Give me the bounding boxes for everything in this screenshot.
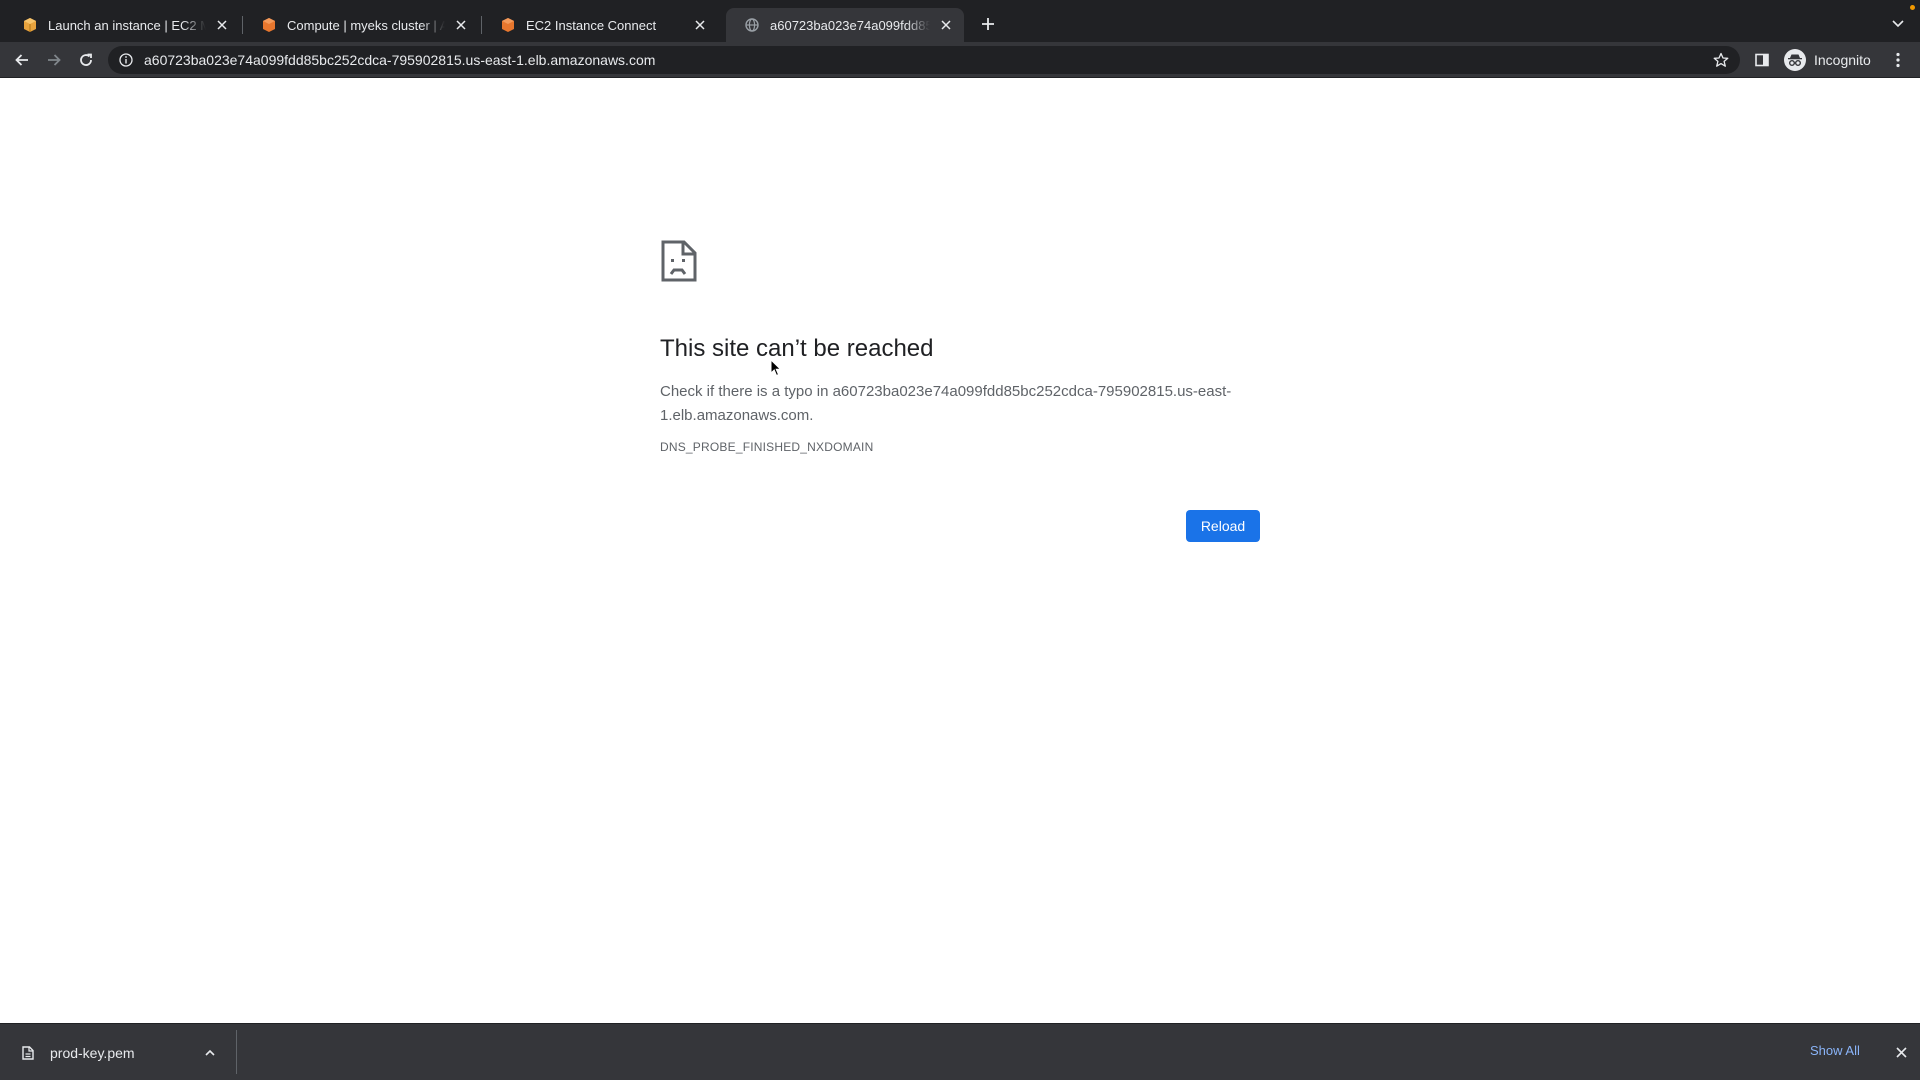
tab-ec2-instance-connect[interactable]: EC2 Instance Connect — [482, 8, 718, 42]
chevron-up-icon[interactable] — [202, 1045, 218, 1061]
arrow-right-icon — [48, 54, 61, 66]
incognito-profile-button[interactable]: Incognito — [1780, 46, 1883, 74]
file-icon — [20, 1045, 36, 1061]
url-text[interactable]: a60723ba023e74a099fdd85bc252cdca-7959028… — [144, 52, 1712, 68]
mouse-cursor-icon — [770, 359, 782, 377]
profile-label: Incognito — [1814, 52, 1871, 68]
browser-menu-button[interactable] — [1886, 48, 1910, 72]
aws-orange-cube-icon — [261, 17, 277, 33]
side-panel-button[interactable] — [1750, 48, 1774, 72]
bookmark-star-icon[interactable] — [1712, 51, 1730, 69]
tab-strip: Launch an instance | EC2 Management Cons… — [0, 0, 1920, 42]
globe-icon — [744, 17, 760, 33]
more-vert-icon — [1896, 52, 1900, 68]
new-tab-button[interactable] — [976, 12, 1000, 36]
reload-toolbar-button[interactable] — [74, 48, 98, 72]
tab-launch-instance[interactable]: Launch an instance | EC2 Management Cons… — [4, 8, 240, 42]
tab-search-button[interactable] — [1886, 12, 1910, 36]
tab-title: EC2 Instance Connect — [526, 17, 657, 33]
error-code: DNS_PROBE_FINISHED_NXDOMAIN — [660, 440, 874, 454]
tab-title: Launch an instance | EC2 Management Cons… — [48, 17, 206, 33]
tab-compute-eks[interactable]: Compute | myeks cluster | Amazon EKS — [243, 8, 479, 42]
tab-title: a60723ba023e74a099fdd85bc252cdca-7959028… — [770, 17, 930, 33]
incognito-icon — [1784, 49, 1806, 71]
tab-close-icon[interactable] — [692, 17, 708, 33]
reload-button[interactable]: Reload — [1186, 510, 1260, 542]
download-item[interactable]: prod-key.pem — [0, 1024, 236, 1081]
aws-orange-cube-icon — [500, 17, 516, 33]
aws-cube-icon — [22, 17, 38, 33]
side-panel-icon — [1755, 53, 1769, 67]
sad-page-icon — [661, 240, 697, 282]
plus-icon — [982, 18, 994, 30]
download-shelf: prod-key.pem Show All — [0, 1023, 1920, 1080]
address-bar[interactable]: a60723ba023e74a099fdd85bc252cdca-7959028… — [108, 46, 1740, 74]
show-all-downloads-link[interactable]: Show All — [1810, 1043, 1860, 1058]
close-shelf-icon[interactable] — [1892, 1043, 1910, 1061]
back-button[interactable] — [10, 48, 34, 72]
refresh-icon — [80, 53, 92, 66]
tab-active-elb[interactable]: a60723ba023e74a099fdd85bc252cdca-7959028… — [726, 8, 964, 42]
error-description: Check if there is a typo in a60723ba023e… — [660, 383, 1232, 424]
tab-close-icon[interactable] — [938, 17, 954, 33]
error-content: This site can’t be reached Check if ther… — [660, 239, 1260, 454]
error-title: This site can’t be reached — [660, 335, 934, 362]
forward-button[interactable] — [42, 48, 66, 72]
tab-close-icon[interactable] — [214, 17, 230, 33]
info-icon[interactable] — [118, 52, 134, 68]
tab-close-icon[interactable] — [453, 17, 469, 33]
shelf-divider — [236, 1030, 237, 1074]
notification-dot — [1910, 5, 1915, 10]
browser-toolbar: a60723ba023e74a099fdd85bc252cdca-7959028… — [0, 42, 1920, 78]
chevron-down-icon — [1892, 20, 1904, 28]
download-file-name: prod-key.pem — [50, 1044, 135, 1061]
tab-title: Compute | myeks cluster | Amazon EKS — [287, 17, 445, 33]
arrow-left-icon — [15, 54, 28, 66]
error-page: This site can’t be reached Check if ther… — [0, 79, 1920, 1023]
